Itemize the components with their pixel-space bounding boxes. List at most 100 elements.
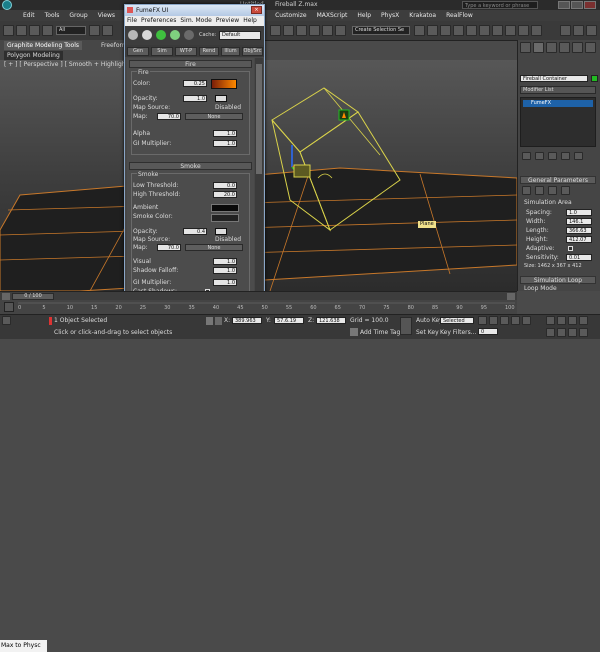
fumefx-close-button[interactable]: × xyxy=(251,6,262,14)
field-of-view-icon[interactable] xyxy=(546,328,555,337)
visual-input[interactable]: 1.0 xyxy=(213,258,237,265)
selection-filter-dropdown[interactable]: All xyxy=(56,26,86,35)
object-color-swatch[interactable] xyxy=(591,75,598,82)
start-sim-icon[interactable] xyxy=(156,30,166,40)
menu-customize[interactable]: Customize xyxy=(270,10,312,21)
maxscript-listener[interactable]: Max to Physc xyxy=(0,640,47,652)
graphite-toggle-icon[interactable] xyxy=(453,25,464,36)
modify-tab-icon[interactable] xyxy=(533,42,544,53)
absolute-mode-icon[interactable] xyxy=(215,317,222,325)
material-editor-icon[interactable] xyxy=(492,25,503,36)
fumefx-logo-icon[interactable] xyxy=(522,186,531,195)
zoom-extents-icon[interactable] xyxy=(568,316,577,325)
high-threshold-input[interactable]: 20.0 xyxy=(213,191,237,198)
maximize-button[interactable] xyxy=(571,1,583,9)
menu-tools[interactable]: Tools xyxy=(40,10,65,21)
redo-icon[interactable] xyxy=(16,25,27,36)
selected-object[interactable] xyxy=(293,164,311,178)
go-to-start-icon[interactable] xyxy=(478,316,487,325)
menu-views[interactable]: Views xyxy=(93,10,120,21)
rotate-icon[interactable] xyxy=(283,25,294,36)
named-selection-dropdown[interactable]: Create Selection Se xyxy=(352,26,410,35)
snap-icon[interactable] xyxy=(309,25,320,36)
fire-map-source-value[interactable]: Disabled xyxy=(215,104,241,111)
layer-manager-icon[interactable] xyxy=(440,25,451,36)
maximize-viewport-icon[interactable] xyxy=(579,328,588,337)
fumefx-menu-preview[interactable]: Preview xyxy=(214,16,241,26)
z-coordinate-field[interactable]: 121.638 xyxy=(316,317,346,324)
show-end-result-icon[interactable] xyxy=(535,152,544,160)
sensitivity-input[interactable]: 0.01 xyxy=(566,254,592,261)
width-input[interactable]: 146.1 xyxy=(566,218,592,225)
tab-obj-src[interactable]: Obj/Src xyxy=(242,47,263,56)
zoom-all-icon[interactable] xyxy=(557,316,566,325)
lock-selection-icon[interactable] xyxy=(206,317,213,325)
menu-group[interactable]: Group xyxy=(64,10,92,21)
scale-icon[interactable] xyxy=(296,25,307,36)
configure-sets-icon[interactable] xyxy=(574,152,583,160)
next-frame-icon[interactable] xyxy=(507,293,515,300)
render-warning-icon[interactable] xyxy=(561,186,570,195)
fire-opacity-curve-icon[interactable] xyxy=(215,95,227,102)
hierarchy-tab-icon[interactable] xyxy=(546,42,557,53)
preview-icon[interactable] xyxy=(548,186,557,195)
preview-window-icon[interactable] xyxy=(184,30,194,40)
y-coordinate-field[interactable]: 57.6.19 xyxy=(274,317,304,324)
time-tag-icon[interactable] xyxy=(350,328,358,336)
zoom-extents-all-icon[interactable] xyxy=(579,316,588,325)
zoom-icon[interactable] xyxy=(546,316,555,325)
prev-frame-icon[interactable] xyxy=(2,293,10,300)
menu-maxscript[interactable]: MAXScript xyxy=(312,10,353,21)
tab-illum[interactable]: Illum xyxy=(221,47,240,56)
create-tab-icon[interactable] xyxy=(520,42,531,53)
pan-icon[interactable] xyxy=(557,328,566,337)
close-button[interactable] xyxy=(584,1,596,9)
app-logo-icon[interactable] xyxy=(2,0,12,10)
simulation-loop-rollout[interactable]: Simulation Loop xyxy=(520,276,596,284)
tab-sim[interactable]: Sim xyxy=(151,47,173,56)
next-key-icon[interactable] xyxy=(511,316,520,325)
fire-color-input[interactable]: 0.25 xyxy=(183,80,207,87)
minimize-button[interactable] xyxy=(558,1,570,9)
percent-snap-icon[interactable] xyxy=(335,25,346,36)
smoke-map-amount-input[interactable]: 70.0 xyxy=(157,244,181,251)
fire-opacity-input[interactable]: 1.0 xyxy=(183,95,207,102)
length-input[interactable]: 366.63 xyxy=(566,227,592,234)
viewport-layout-icon[interactable] xyxy=(2,316,11,325)
height-input[interactable]: 412.07 xyxy=(566,236,592,243)
wavelet-sim-icon[interactable] xyxy=(170,30,180,40)
fumefx-ui-icon[interactable] xyxy=(573,25,584,36)
track-bar[interactable]: 0 5 10 15 20 25 30 35 40 45 50 55 60 65 70 75 80 85 90 95 10… xyxy=(0,300,517,314)
tab-wtp[interactable]: WT-P xyxy=(175,47,197,56)
smoke-rollout-header[interactable]: Smoke xyxy=(129,162,252,170)
tab-polygon-modeling[interactable]: Polygon Modeling xyxy=(4,51,63,60)
smoke-opacity-curve-icon[interactable] xyxy=(215,228,227,235)
smoke-color-swatch[interactable] xyxy=(211,214,239,222)
key-mode-dropdown[interactable]: Selected xyxy=(440,317,474,324)
menu-help[interactable]: Help xyxy=(352,10,376,21)
tab-graphite-modeling[interactable]: Graphite Modeling Tools xyxy=(4,41,83,50)
display-tab-icon[interactable] xyxy=(572,42,583,53)
schematic-view-icon[interactable] xyxy=(479,25,490,36)
play-icon[interactable] xyxy=(500,316,509,325)
link-icon[interactable] xyxy=(29,25,40,36)
angle-snap-icon[interactable] xyxy=(322,25,333,36)
mirror-icon[interactable] xyxy=(414,25,425,36)
x-coordinate-field[interactable]: 389.963 xyxy=(232,317,262,324)
select-by-name-icon[interactable] xyxy=(102,25,113,36)
general-parameters-rollout[interactable]: General Parameters xyxy=(520,176,596,184)
fumefx-scroll-thumb[interactable] xyxy=(256,64,262,174)
fumefx-titlebar[interactable]: FumeFX UI × xyxy=(125,5,264,16)
key-filters-button[interactable]: Key Filters... xyxy=(440,329,477,336)
curve-editor-icon[interactable] xyxy=(466,25,477,36)
utilities-tab-icon[interactable] xyxy=(585,42,596,53)
help-icon[interactable] xyxy=(586,25,597,36)
cache-dropdown[interactable]: Default xyxy=(219,31,261,40)
tab-rend[interactable]: Rend xyxy=(199,47,219,56)
fumefx-menu-help[interactable]: Help xyxy=(241,16,259,26)
undo-icon[interactable] xyxy=(3,25,14,36)
current-frame-field[interactable]: 0 xyxy=(478,328,498,335)
set-key-button[interactable]: Set Key xyxy=(416,329,439,336)
fumefx-scrollbar[interactable] xyxy=(255,58,263,298)
move-icon[interactable] xyxy=(270,25,281,36)
